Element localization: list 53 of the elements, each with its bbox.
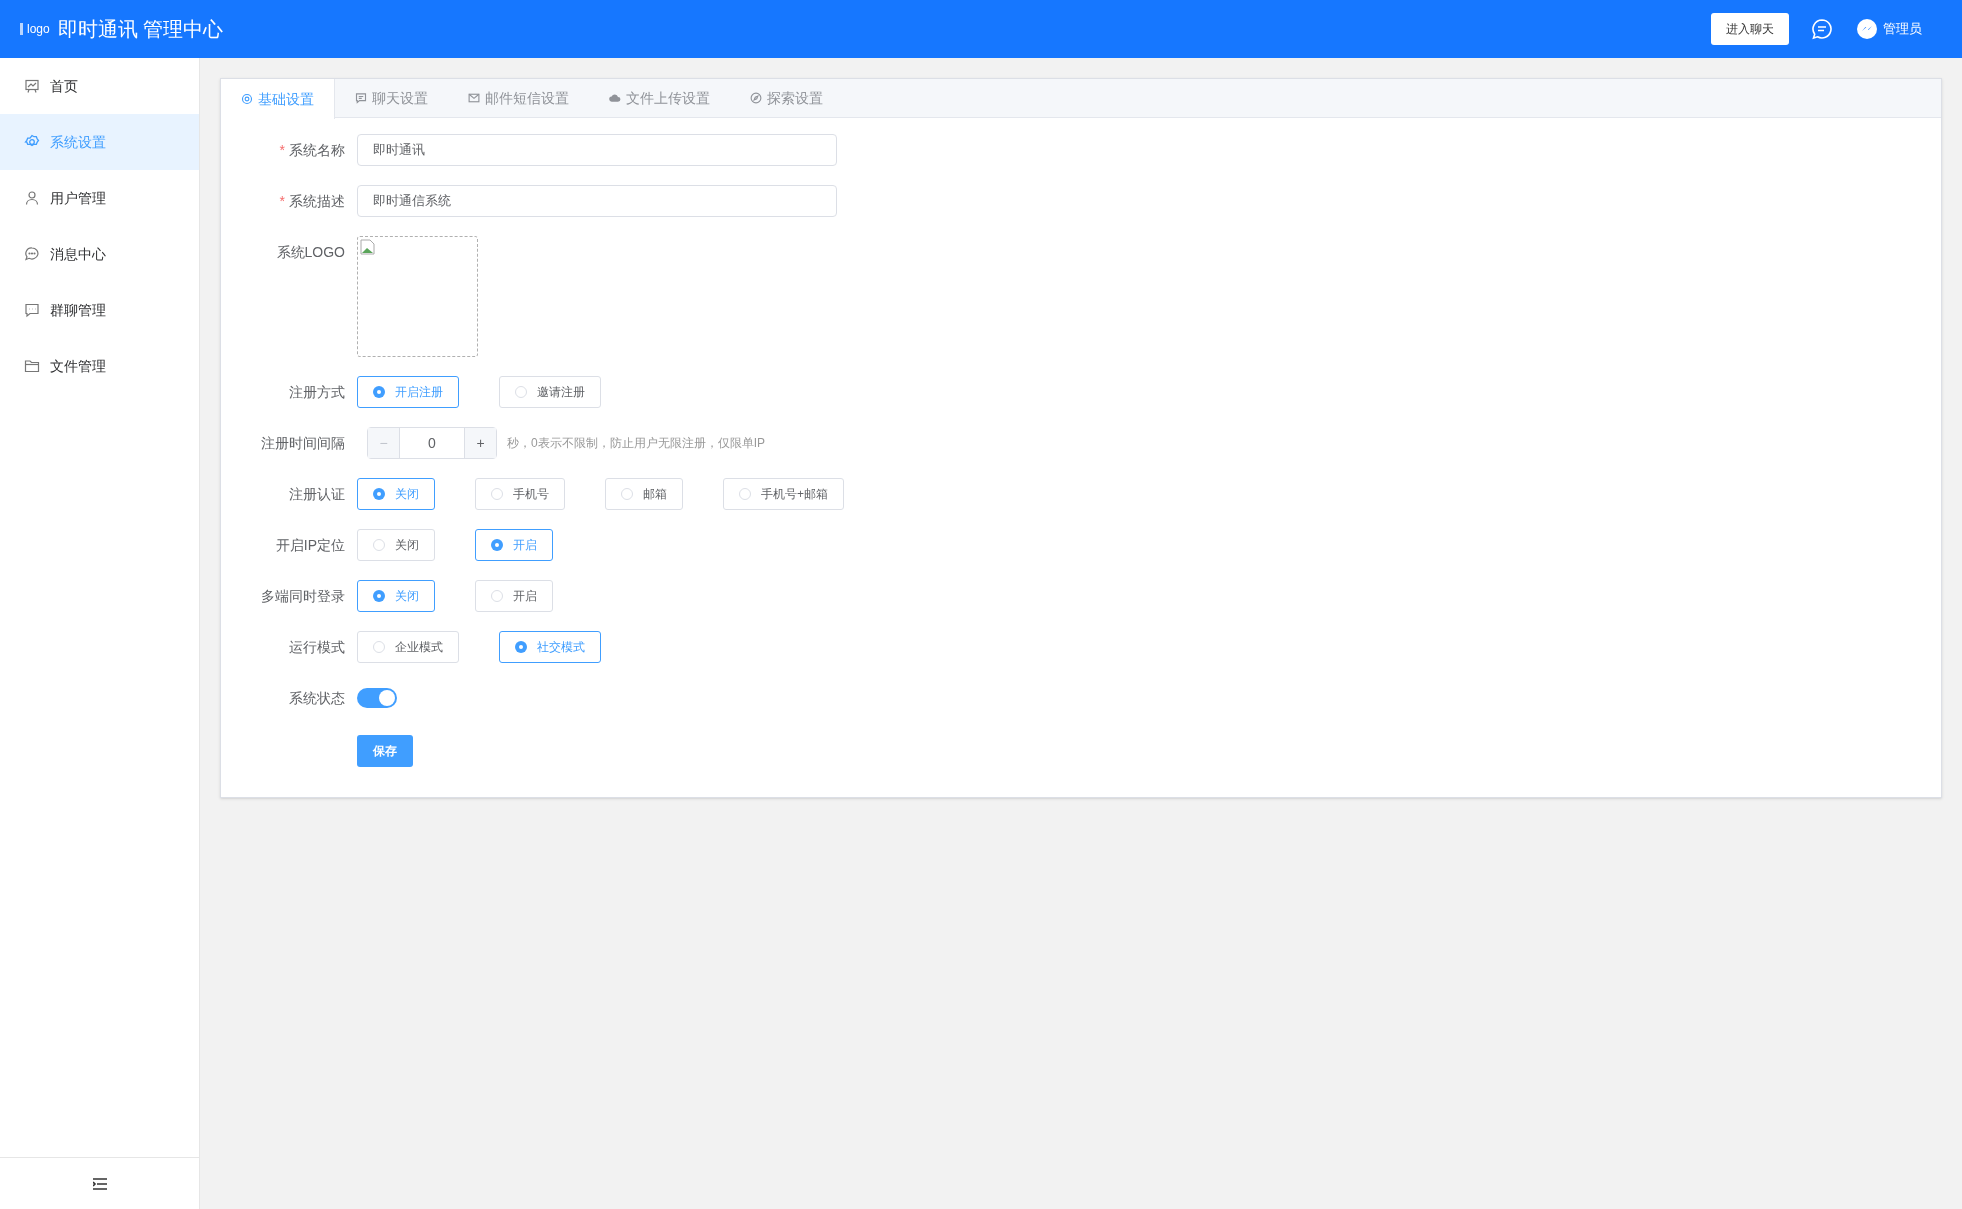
radio-option[interactable]: 开启 (475, 580, 553, 612)
required-mark: * (279, 191, 285, 211)
radio-button (373, 590, 385, 602)
field-label: 开启IP定位 (275, 535, 345, 555)
field-label: 注册认证 (289, 484, 345, 504)
radio-option[interactable]: 邀请注册 (499, 376, 601, 408)
field-label: 系统名称 (289, 140, 345, 160)
field-label: 注册方式 (289, 382, 345, 402)
text-field[interactable]: 即时通信系统 (357, 185, 837, 217)
chat-bubble-icon (24, 246, 40, 262)
menu-icon[interactable] (92, 1177, 107, 1190)
logo-alt-text: logo (27, 21, 50, 38)
text-field[interactable]: 即时通讯 (357, 134, 837, 166)
sidebar-item[interactable]: 首页 (0, 58, 199, 114)
enter-chat-button[interactable]: 进入聊天 (1711, 13, 1789, 45)
cloud-icon (609, 92, 621, 104)
chat-icon[interactable] (1811, 18, 1833, 40)
envelope-icon (468, 92, 480, 104)
chat-icon (355, 92, 367, 104)
toggle-switch[interactable] (357, 688, 397, 708)
user-icon (24, 190, 40, 206)
field-label: 系统状态 (289, 688, 345, 708)
sidebar-item[interactable]: 用户管理 (0, 170, 199, 226)
folder-icon (24, 358, 40, 374)
field-label: 系统LOGO (276, 242, 345, 262)
radio-button (373, 386, 385, 398)
required-mark: * (279, 140, 285, 160)
radio-button (373, 488, 385, 500)
sidebar-item[interactable]: 文件管理 (0, 338, 199, 394)
number-stepper[interactable]: − 0 + (367, 427, 497, 459)
message-icon (24, 302, 40, 318)
increment-button[interactable]: + (464, 428, 496, 458)
radio-button (515, 641, 527, 653)
sidebar-item[interactable]: 消息中心 (0, 226, 199, 282)
user-name[interactable]: 管理员 (1883, 19, 1922, 39)
field-label: 注册时间间隔 (261, 433, 345, 453)
radio-option[interactable]: 关闭 (357, 529, 435, 561)
radio-option[interactable]: 手机号+邮箱 (723, 478, 844, 510)
radio-option[interactable]: 企业模式 (357, 631, 459, 663)
radio-button (491, 539, 503, 551)
avatar-icon[interactable] (1857, 19, 1877, 39)
number-value: 0 (427, 433, 437, 453)
sidebar-item[interactable]: 群聊管理 (0, 282, 199, 338)
radio-option[interactable]: 手机号 (475, 478, 565, 510)
field-hint: 秒，0表示不限制，防止用户无限注册，仅限单IP (507, 435, 765, 452)
compass-icon (750, 92, 762, 104)
app-title: 即时通讯 管理中心 (57, 17, 224, 42)
field-label: 多端同时登录 (261, 586, 345, 606)
presentation-icon (24, 78, 40, 94)
field-label: 系统描述 (289, 191, 345, 211)
field-label: 运行模式 (289, 637, 345, 657)
radio-option[interactable]: 邮箱 (605, 478, 683, 510)
gear-icon (241, 93, 253, 105)
